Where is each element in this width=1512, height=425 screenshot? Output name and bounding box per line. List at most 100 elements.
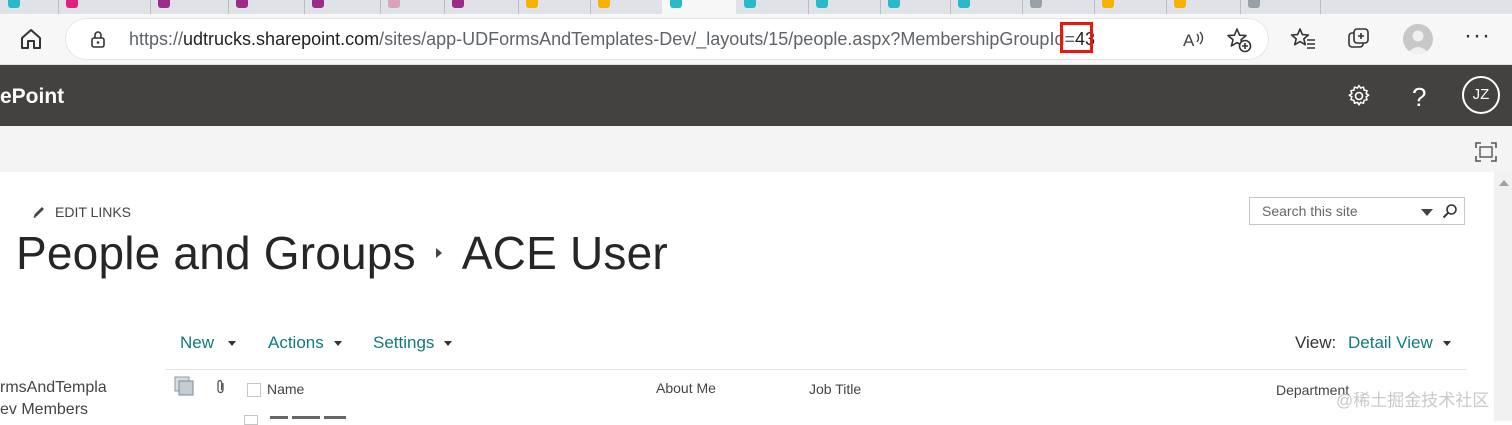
browser-tab[interactable] bbox=[808, 0, 881, 14]
profile-avatar[interactable] bbox=[1403, 24, 1433, 54]
tab-favicon-icon bbox=[1102, 0, 1114, 8]
tab-favicon-icon bbox=[1174, 0, 1186, 8]
browser-tab[interactable] bbox=[380, 0, 445, 14]
leftnav-item-members[interactable]: ev Members bbox=[0, 401, 88, 419]
tab-favicon-icon bbox=[388, 0, 400, 8]
settings-menu-label: Settings bbox=[373, 333, 435, 352]
view-selector-value: Detail View bbox=[1348, 333, 1433, 352]
table-header-divider bbox=[166, 369, 1466, 370]
svg-text:?: ? bbox=[1412, 82, 1426, 110]
site-search-box bbox=[1249, 197, 1465, 225]
new-menu-label: New bbox=[180, 333, 215, 352]
chevron-down-icon bbox=[1442, 340, 1451, 346]
page-title: People and Groups ACE User bbox=[16, 226, 668, 280]
focus-on-content-icon[interactable] bbox=[1474, 141, 1498, 163]
tab-favicon-icon bbox=[1030, 0, 1042, 8]
favorites-icon[interactable] bbox=[1290, 26, 1316, 52]
browser-tab[interactable] bbox=[1022, 0, 1095, 14]
add-favorite-icon[interactable] bbox=[1226, 27, 1252, 53]
tab-favicon-icon bbox=[888, 0, 900, 8]
app-brand[interactable]: ePoint bbox=[0, 85, 64, 109]
actions-menu[interactable]: Actions bbox=[268, 333, 342, 353]
watermark-text: @稀土掘金技术社区 bbox=[1336, 391, 1490, 410]
suite-bar: ePoint ? JZ bbox=[0, 65, 1512, 126]
browser-tab[interactable] bbox=[950, 0, 1023, 14]
collections-icon[interactable] bbox=[1346, 26, 1372, 52]
profile-person-icon bbox=[1407, 30, 1429, 54]
browser-tab[interactable] bbox=[0, 0, 59, 14]
type-column-icon bbox=[174, 376, 194, 396]
tab-favicon-icon bbox=[236, 0, 248, 8]
browser-toolbar: https://udtrucks.sharepoint.com/sites/ap… bbox=[0, 14, 1512, 65]
new-menu[interactable]: New bbox=[180, 333, 237, 353]
tab-favicon-icon bbox=[8, 0, 20, 8]
column-header-job-title[interactable]: Job Title bbox=[809, 381, 861, 397]
chevron-down-icon bbox=[444, 340, 453, 346]
tab-favicon-icon bbox=[598, 0, 610, 8]
group-id-highlight-box bbox=[1060, 22, 1093, 53]
tab-favicon-icon bbox=[452, 0, 464, 8]
page-scrollbar[interactable] bbox=[1494, 172, 1512, 421]
ribbon-bar bbox=[0, 126, 1512, 172]
tab-favicon-icon bbox=[958, 0, 970, 8]
browser-tab[interactable] bbox=[1094, 0, 1167, 14]
column-header-about-me[interactable]: About Me bbox=[656, 380, 716, 396]
edit-links-label: EDIT LINKS bbox=[55, 204, 131, 220]
tab-favicon-icon bbox=[66, 0, 78, 8]
leftnav-item-site[interactable]: rmsAndTempla bbox=[0, 379, 107, 397]
browser-tab-strip bbox=[0, 0, 1512, 14]
svg-text:A: A bbox=[1183, 31, 1195, 50]
table-row-partial bbox=[270, 412, 370, 421]
breadcrumb-parent[interactable]: People and Groups bbox=[16, 227, 416, 279]
address-bar[interactable]: https://udtrucks.sharepoint.com/sites/ap… bbox=[66, 19, 1268, 59]
url-host: udtrucks.sharepoint.com bbox=[183, 29, 380, 49]
browser-tab[interactable] bbox=[150, 0, 229, 14]
help-icon[interactable]: ? bbox=[1406, 82, 1434, 110]
browser-tab[interactable] bbox=[58, 0, 151, 14]
gear-icon[interactable] bbox=[1345, 82, 1373, 110]
browser-tab[interactable] bbox=[518, 0, 591, 14]
browser-tab[interactable] bbox=[880, 0, 951, 14]
browser-tab[interactable] bbox=[1166, 0, 1241, 14]
browser-tab[interactable] bbox=[662, 0, 736, 14]
search-input[interactable] bbox=[1250, 198, 1422, 224]
read-aloud-icon[interactable]: A bbox=[1182, 28, 1206, 50]
select-all-checkbox[interactable] bbox=[247, 383, 261, 397]
url-prefix: https:// bbox=[129, 29, 184, 49]
search-icon[interactable] bbox=[1442, 203, 1458, 219]
column-header-name[interactable]: Name bbox=[267, 381, 304, 397]
url-text[interactable]: https://udtrucks.sharepoint.com/sites/ap… bbox=[129, 29, 1095, 50]
browser-tab[interactable] bbox=[304, 0, 381, 14]
browser-tab[interactable] bbox=[590, 0, 663, 14]
row-checkbox[interactable] bbox=[244, 415, 258, 425]
browser-tab[interactable] bbox=[736, 0, 809, 14]
lock-icon[interactable] bbox=[88, 29, 108, 49]
view-label: View: bbox=[1295, 333, 1337, 352]
browser-tab[interactable] bbox=[444, 0, 519, 14]
tab-favicon-icon bbox=[158, 0, 170, 8]
tab-favicon-icon bbox=[312, 0, 324, 8]
tab-favicon-icon bbox=[670, 0, 682, 8]
tab-favicon-icon bbox=[1248, 0, 1260, 8]
chevron-down-icon bbox=[333, 340, 342, 346]
view-selector[interactable]: Detail View bbox=[1348, 333, 1451, 353]
chevron-down-icon bbox=[228, 340, 237, 346]
breadcrumb-separator-icon bbox=[435, 248, 442, 259]
tab-favicon-icon bbox=[526, 0, 538, 8]
breadcrumb-current: ACE User bbox=[461, 227, 668, 279]
browser-tab[interactable] bbox=[1240, 0, 1321, 14]
pencil-icon bbox=[33, 207, 44, 218]
actions-menu-label: Actions bbox=[268, 333, 324, 352]
tab-favicon-icon bbox=[744, 0, 756, 8]
url-path: /sites/app-UDFormsAndTemplates-Dev/_layo… bbox=[379, 29, 1075, 49]
tab-favicon-icon bbox=[816, 0, 828, 8]
search-scope-dropdown-icon[interactable] bbox=[1421, 209, 1433, 216]
settings-menu[interactable]: Settings bbox=[373, 333, 453, 353]
home-icon[interactable] bbox=[18, 26, 44, 52]
browser-tab[interactable] bbox=[228, 0, 305, 14]
attachment-icon bbox=[217, 380, 224, 394]
edit-links[interactable]: EDIT LINKS bbox=[31, 204, 131, 220]
user-avatar[interactable]: JZ bbox=[1462, 76, 1500, 114]
more-icon[interactable]: ··· bbox=[1464, 22, 1491, 50]
scroll-up-icon[interactable] bbox=[1499, 180, 1509, 186]
